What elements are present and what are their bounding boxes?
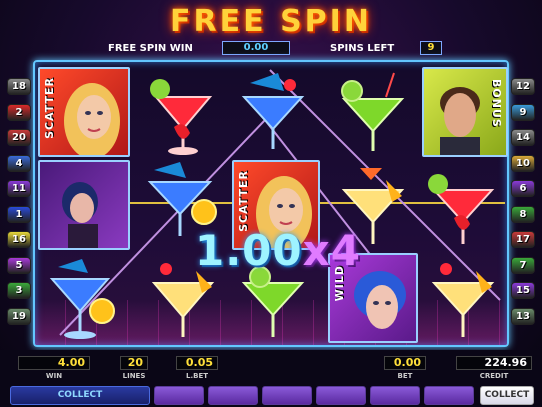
bonus-label: BONUS <box>490 79 503 128</box>
dark-haired-woman-symbol <box>38 160 130 250</box>
lines-caption: LINES <box>122 372 146 380</box>
dark-haired-woman-icon <box>62 182 98 248</box>
credit-caption: CREDIT <box>479 372 509 380</box>
collect-button[interactable]: COLLECT <box>10 386 150 405</box>
pineapple-cocktail-icon <box>431 263 495 337</box>
credit-value: 224.96 <box>456 356 532 370</box>
bet-caption: BET <box>397 372 413 380</box>
collect-side-button[interactable]: COLLECT <box>480 386 534 405</box>
red-cocktail-symbol <box>420 160 512 250</box>
kiwi-cocktail-symbol <box>330 67 422 157</box>
blue-cocktail-icon <box>49 259 115 339</box>
control-button-6[interactable] <box>424 386 474 405</box>
kiwi-cocktail-icon <box>341 72 405 151</box>
control-button-4[interactable] <box>316 386 366 405</box>
red-cocktail-icon <box>150 79 213 155</box>
blue-cocktail-symbol <box>230 67 322 157</box>
win-line-amount: 1.00 <box>195 226 303 275</box>
line-bet-value: 0.05 <box>176 356 218 370</box>
control-button-5[interactable] <box>370 386 420 405</box>
win-symbol-count: 4 <box>330 226 361 275</box>
control-button-2[interactable] <box>208 386 258 405</box>
scatter-symbol: SCATTER <box>38 67 130 157</box>
win-value: 4.00 <box>18 356 90 370</box>
win-caption: WIN <box>45 372 63 380</box>
red-cocktail-symbol <box>140 67 232 157</box>
lines-value: 20 <box>120 356 148 370</box>
blue-cocktail-icon <box>241 73 305 149</box>
red-cocktail-icon <box>428 174 495 244</box>
pineapple-cocktail-symbol <box>420 253 512 343</box>
blue-cocktail-symbol <box>38 253 130 343</box>
bet-value: 0.00 <box>384 356 426 370</box>
win-multiplier-display: 1.00x4 <box>195 226 361 275</box>
control-button-3[interactable] <box>262 386 312 405</box>
slot-game-screen: FREE SPIN FREE SPIN WIN 0.00 SPINS LEFT … <box>0 0 542 407</box>
bonus-symbol: BONUS <box>422 67 508 157</box>
control-button-1[interactable] <box>154 386 204 405</box>
line-bet-caption: L.BET <box>185 372 208 380</box>
scatter-label: SCATTER <box>43 77 56 139</box>
times-sign: x <box>302 226 331 275</box>
scatter-label: SCATTER <box>237 170 250 232</box>
